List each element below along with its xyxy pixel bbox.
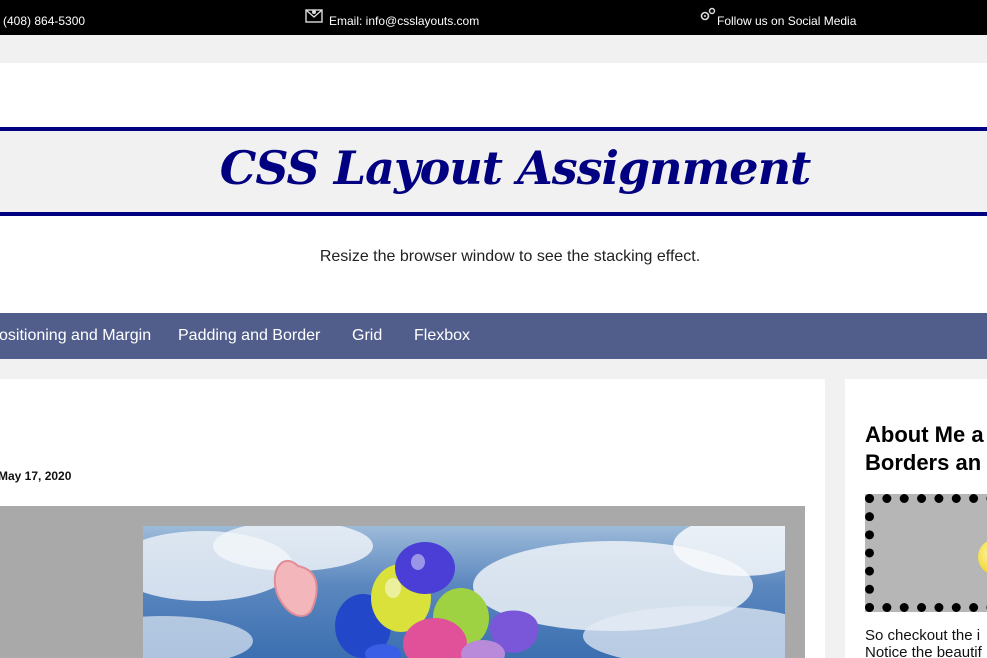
sidebar-text: So checkout the i Notice the beautif [865, 627, 987, 658]
email-text: Email: info@csslayouts.com [329, 14, 480, 28]
nav-item-flexbox[interactable]: Flexbox [414, 327, 470, 345]
sidebar-card: About Me a Borders an So checkout the i … [845, 379, 987, 658]
balloons-image [143, 526, 785, 658]
dotted-border-box [865, 494, 987, 612]
post-date: May 17, 2020 [0, 469, 72, 483]
top-contact-bar: (408) 864-5300 Email: info@csslayouts.co… [0, 0, 987, 35]
title-banner: CSS Layout Assignment [0, 127, 987, 216]
sidebar-heading: About Me a Borders an [865, 421, 987, 477]
nav-item-grid[interactable]: Grid [352, 327, 382, 345]
balloons-illustration [143, 526, 785, 658]
phone-number: (408) 864-5300 [3, 14, 86, 28]
social-text: Follow us on Social Media [717, 14, 857, 28]
sidebar-text-line-2: Notice the beautif [865, 644, 982, 658]
sidebar-heading-line-2: Borders an [865, 450, 982, 475]
social-link[interactable]: Follow us on Social Media [699, 7, 857, 28]
email-link[interactable]: Email: info@csslayouts.com [305, 9, 480, 28]
envelope-icon [305, 6, 323, 28]
gears-icon [699, 6, 717, 28]
nav-item-padding-and-border[interactable]: Padding and Border [178, 327, 320, 345]
page-title: CSS Layout Assignment [219, 141, 812, 195]
nav-item-positioning-and-margin[interactable]: ositioning and Margin [0, 327, 151, 345]
smiley-icon [978, 539, 987, 575]
page-subtitle: Resize the browser window to see the sta… [319, 248, 701, 265]
sidebar-text-line-1: So checkout the i [865, 627, 981, 644]
image-frame [0, 506, 805, 658]
sidebar-heading-line-1: About Me a [865, 422, 984, 447]
main-article-card: May 17, 2020 [0, 379, 825, 658]
main-navigation: ositioning and Margin Padding and Border… [0, 313, 987, 359]
